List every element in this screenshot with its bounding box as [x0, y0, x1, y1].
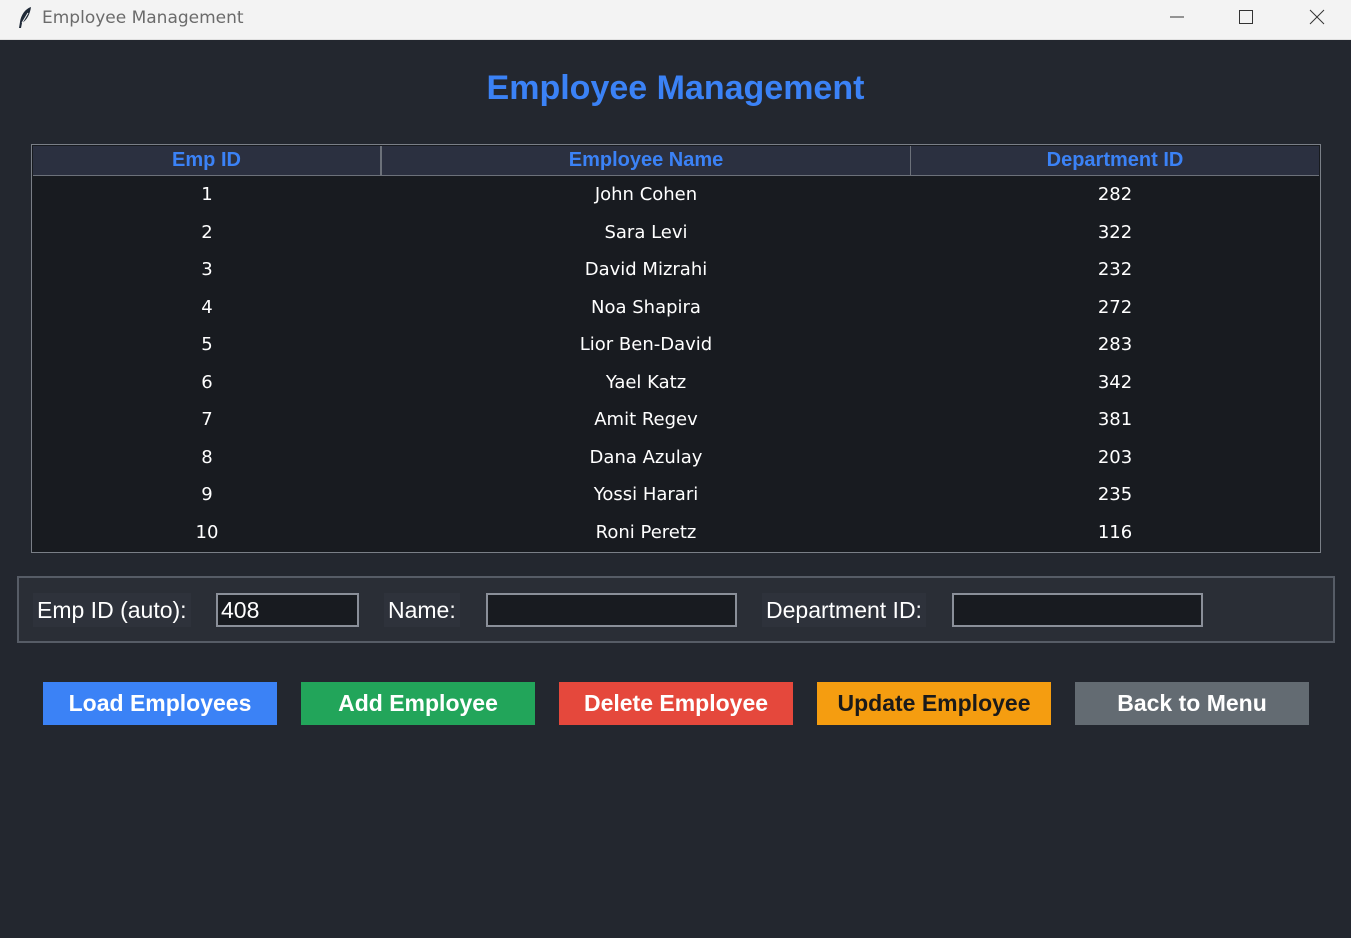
employee-name-cell: John Cohen	[594, 184, 698, 205]
department-id-cell: 322	[1097, 221, 1133, 243]
department-id-field[interactable]	[952, 593, 1203, 627]
emp-id-cell: 6	[201, 371, 213, 393]
table-header: Emp ID Employee Name Department ID	[33, 146, 1319, 176]
emp-id-cell: 5	[201, 334, 213, 355]
name-label: Name:	[384, 593, 460, 627]
feather-icon	[16, 6, 34, 30]
emp-id-cell: 2	[201, 221, 213, 243]
table-row[interactable]: 6 Yael Katz 342	[33, 364, 1319, 402]
emp-id-cell: 8	[201, 446, 213, 468]
minimize-icon	[1170, 16, 1184, 18]
employee-name-cell: Sara Levi	[604, 221, 688, 243]
table-row[interactable]: 7 Amit Regev 381	[33, 401, 1319, 439]
department-id-cell: 272	[1097, 296, 1133, 318]
employee-name-cell: Yael Katz	[605, 371, 687, 393]
emp-id-cell: 7	[201, 409, 213, 430]
department-id-cell: 235	[1097, 484, 1133, 505]
employee-name-cell: Dana Azulay	[589, 446, 703, 468]
column-header-emp-id[interactable]: Emp ID	[33, 146, 381, 175]
employee-form: Emp ID (auto): Name: Department ID:	[17, 576, 1335, 643]
employee-name-cell: David Mizrahi	[584, 259, 708, 280]
employee-name-cell: Amit Regev	[594, 409, 698, 430]
department-id-cell: 283	[1097, 334, 1133, 355]
add-employee-button[interactable]: Add Employee	[301, 682, 535, 725]
table-row[interactable]: 9 Yossi Harari 235	[33, 476, 1319, 514]
table-row[interactable]: 1 John Cohen 282	[33, 176, 1319, 214]
department-id-cell: 342	[1097, 371, 1133, 393]
employee-name-cell: Yossi Harari	[593, 484, 699, 505]
department-id-cell: 381	[1097, 409, 1133, 430]
table-row[interactable]: 4 Noa Shapira 272	[33, 289, 1319, 327]
table-row[interactable]: 10 Roni Peretz 116	[33, 514, 1319, 552]
load-employees-button[interactable]: Load Employees	[43, 682, 277, 725]
column-header-department-id[interactable]: Department ID	[911, 146, 1319, 175]
emp-id-cell: 10	[195, 521, 219, 543]
department-id-cell: 232	[1097, 259, 1133, 280]
department-id-cell: 203	[1097, 446, 1133, 468]
maximize-button[interactable]	[1223, 0, 1269, 34]
table-row[interactable]: 5 Lior Ben-David 283	[33, 326, 1319, 364]
update-employee-button[interactable]: Update Employee	[817, 682, 1051, 725]
emp-id-cell: 3	[201, 259, 213, 280]
employee-name-cell: Lior Ben-David	[579, 334, 713, 355]
department-id-cell: 116	[1097, 521, 1133, 543]
name-field[interactable]	[486, 593, 737, 627]
close-icon	[1309, 9, 1325, 25]
delete-employee-button[interactable]: Delete Employee	[559, 682, 793, 725]
employee-table[interactable]: Emp ID Employee Name Department ID 1 John…	[31, 144, 1321, 553]
table-row[interactable]: 3 David Mizrahi 232	[33, 251, 1319, 289]
main-content: Employee Management Emp ID Employee Name…	[0, 40, 1351, 938]
emp-id-label: Emp ID (auto):	[33, 593, 191, 627]
table-row[interactable]: 8 Dana Azulay 203	[33, 439, 1319, 477]
window-title: Employee Management	[42, 8, 244, 28]
maximize-icon	[1239, 10, 1253, 24]
page-title: Employee Management	[486, 69, 865, 107]
column-header-employee-name[interactable]: Employee Name	[381, 146, 911, 175]
minimize-button[interactable]	[1154, 0, 1200, 34]
department-id-label: Department ID:	[762, 593, 926, 627]
table-body: 1 John Cohen 282 2 Sara Levi 322 3 David Mizrah…	[33, 176, 1319, 551]
table-row[interactable]: 2 Sara Levi 322	[33, 214, 1319, 252]
department-id-cell: 282	[1097, 184, 1133, 205]
close-button[interactable]	[1294, 0, 1340, 34]
back-to-menu-button[interactable]: Back to Menu	[1075, 682, 1309, 725]
emp-id-cell: 1	[201, 184, 213, 205]
emp-id-cell: 9	[201, 484, 213, 505]
window-titlebar: Employee Management	[0, 0, 1351, 40]
emp-id-cell: 4	[201, 296, 213, 318]
employee-name-cell: Noa Shapira	[591, 296, 701, 318]
emp-id-field[interactable]	[216, 593, 359, 627]
employee-name-cell: Roni Peretz	[595, 521, 697, 543]
